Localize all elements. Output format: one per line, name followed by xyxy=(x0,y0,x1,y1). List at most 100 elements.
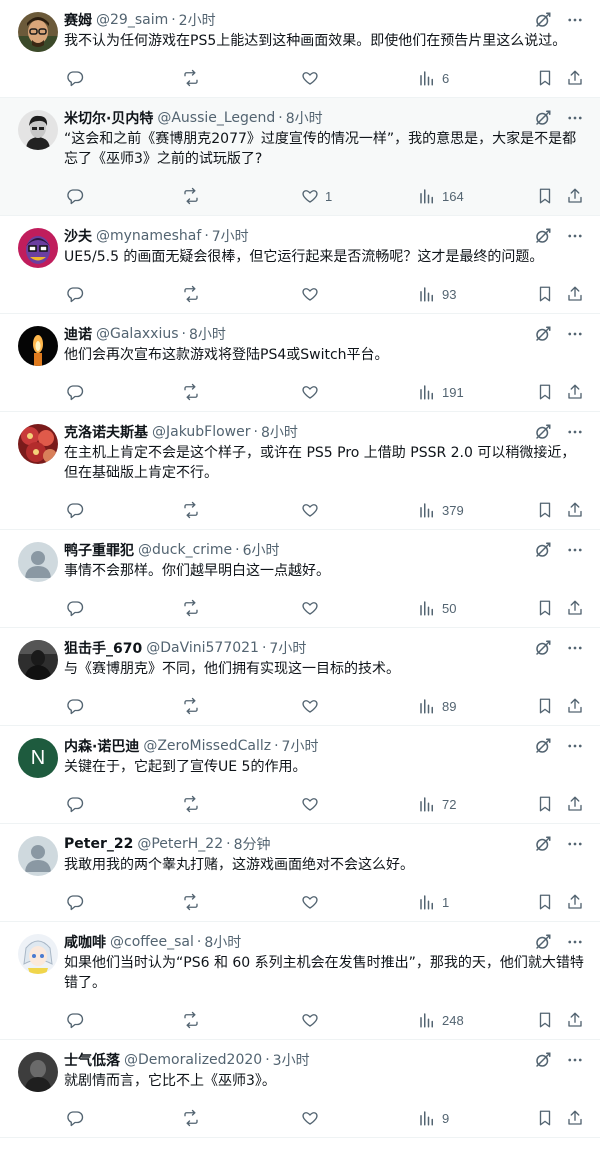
like-button[interactable]: 1 xyxy=(301,187,332,205)
avatar[interactable] xyxy=(18,12,58,52)
share-button[interactable] xyxy=(566,69,584,87)
views-button[interactable]: 93 xyxy=(418,285,456,303)
grok-icon[interactable] xyxy=(534,835,552,853)
display-name[interactable]: 内森·诺巴迪 xyxy=(64,736,139,756)
avatar[interactable] xyxy=(18,110,58,150)
share-button[interactable] xyxy=(566,501,584,519)
like-button[interactable] xyxy=(301,599,325,617)
more-options-icon[interactable] xyxy=(566,109,584,127)
like-button[interactable] xyxy=(301,69,325,87)
reply-button[interactable] xyxy=(66,599,84,617)
repost-button[interactable] xyxy=(182,285,200,303)
views-button[interactable]: 248 xyxy=(418,1011,464,1029)
repost-button[interactable] xyxy=(182,383,200,401)
timestamp[interactable]: 8小时 xyxy=(261,422,298,442)
more-options-icon[interactable] xyxy=(566,423,584,441)
reply-button[interactable] xyxy=(66,1109,84,1127)
avatar[interactable] xyxy=(18,326,58,366)
grok-icon[interactable] xyxy=(534,639,552,657)
more-options-icon[interactable] xyxy=(566,835,584,853)
reply-button[interactable] xyxy=(66,1011,84,1029)
repost-button[interactable] xyxy=(182,69,200,87)
user-handle[interactable]: @JakubFlower xyxy=(152,424,250,440)
repost-button[interactable] xyxy=(182,599,200,617)
views-button[interactable]: 379 xyxy=(418,501,464,519)
bookmark-button[interactable] xyxy=(536,187,554,205)
like-button[interactable] xyxy=(301,1109,325,1127)
reply-button[interactable] xyxy=(66,285,84,303)
timestamp[interactable]: 7小时 xyxy=(282,736,319,756)
share-button[interactable] xyxy=(566,1011,584,1029)
like-button[interactable] xyxy=(301,1011,325,1029)
repost-button[interactable] xyxy=(182,697,200,715)
bookmark-button[interactable] xyxy=(536,69,554,87)
user-handle[interactable]: @ZeroMissedCallz xyxy=(143,738,271,754)
like-button[interactable] xyxy=(301,697,325,715)
views-button[interactable]: 1 xyxy=(418,893,449,911)
like-button[interactable] xyxy=(301,795,325,813)
like-button[interactable] xyxy=(301,285,325,303)
views-button[interactable]: 164 xyxy=(418,187,464,205)
timestamp[interactable]: 6小时 xyxy=(243,540,280,560)
display-name[interactable]: 赛姆 xyxy=(64,10,92,30)
more-options-icon[interactable] xyxy=(566,639,584,657)
repost-button[interactable] xyxy=(182,1011,200,1029)
reply-item[interactable]: Peter_22 @PeterH_22 · 8分钟 我敢用我的两个睾丸打赌，这游… xyxy=(0,824,600,922)
share-button[interactable] xyxy=(566,599,584,617)
repost-button[interactable] xyxy=(182,795,200,813)
bookmark-button[interactable] xyxy=(536,697,554,715)
display-name[interactable]: 迪诺 xyxy=(64,324,92,344)
display-name[interactable]: 士气低落 xyxy=(64,1050,120,1070)
reply-item[interactable]: 士气低落 @Demoralized2020 · 3小时 就剧情而言，它比不上《巫… xyxy=(0,1040,600,1138)
reply-button[interactable] xyxy=(66,795,84,813)
more-options-icon[interactable] xyxy=(566,227,584,245)
share-button[interactable] xyxy=(566,893,584,911)
more-options-icon[interactable] xyxy=(566,1051,584,1069)
views-button[interactable]: 6 xyxy=(418,69,449,87)
timestamp[interactable]: 2小时 xyxy=(179,10,216,30)
repost-button[interactable] xyxy=(182,501,200,519)
reply-item[interactable]: 米切尔·贝内特 @Aussie_Legend · 8小时 “这会和之前《赛博朋克… xyxy=(0,98,600,216)
repost-button[interactable] xyxy=(182,1109,200,1127)
bookmark-button[interactable] xyxy=(536,501,554,519)
avatar[interactable] xyxy=(18,1052,58,1092)
bookmark-button[interactable] xyxy=(536,893,554,911)
share-button[interactable] xyxy=(566,795,584,813)
avatar[interactable]: N xyxy=(18,738,58,778)
user-handle[interactable]: @PeterH_22 xyxy=(137,836,223,852)
user-handle[interactable]: @Aussie_Legend xyxy=(157,110,275,126)
user-handle[interactable]: @29_saim xyxy=(96,12,168,28)
reply-item[interactable]: 狙击手_670 @DaVini577021 · 7小时 与《赛博朋克》不同，他们… xyxy=(0,628,600,726)
views-button[interactable]: 191 xyxy=(418,383,464,401)
reply-button[interactable] xyxy=(66,69,84,87)
display-name[interactable]: Peter_22 xyxy=(64,836,133,852)
reply-item[interactable]: 迪诺 @Galaxxius · 8小时 他们会再次宣布这款游戏将登陆PS4或Sw… xyxy=(0,314,600,412)
grok-icon[interactable] xyxy=(534,109,552,127)
grok-icon[interactable] xyxy=(534,541,552,559)
more-options-icon[interactable] xyxy=(566,11,584,29)
grok-icon[interactable] xyxy=(534,737,552,755)
display-name[interactable]: 克洛诺夫斯基 xyxy=(64,422,148,442)
repost-button[interactable] xyxy=(182,187,200,205)
avatar[interactable] xyxy=(18,542,58,582)
timestamp[interactable]: 3小时 xyxy=(273,1050,310,1070)
repost-button[interactable] xyxy=(182,893,200,911)
user-handle[interactable]: @Demoralized2020 xyxy=(124,1052,262,1068)
timestamp[interactable]: 8小时 xyxy=(286,108,323,128)
avatar[interactable] xyxy=(18,836,58,876)
bookmark-button[interactable] xyxy=(536,1011,554,1029)
reply-button[interactable] xyxy=(66,697,84,715)
avatar[interactable] xyxy=(18,424,58,464)
bookmark-button[interactable] xyxy=(536,383,554,401)
reply-item[interactable]: N 内森·诺巴迪 @ZeroMissedCallz · 7小时 关键在于，它起到… xyxy=(0,726,600,824)
reply-button[interactable] xyxy=(66,893,84,911)
display-name[interactable]: 咸咖啡 xyxy=(64,932,106,952)
timestamp[interactable]: 8小时 xyxy=(189,324,226,344)
reply-item[interactable]: 鸭子重罪犯 @duck_crime · 6小时 事情不会那样。你们越早明白这一点… xyxy=(0,530,600,628)
reply-button[interactable] xyxy=(66,501,84,519)
grok-icon[interactable] xyxy=(534,1051,552,1069)
reply-item[interactable]: 克洛诺夫斯基 @JakubFlower · 8小时 在主机上肯定不会是这个样子，… xyxy=(0,412,600,530)
timestamp[interactable]: 8分钟 xyxy=(234,834,271,854)
views-button[interactable]: 89 xyxy=(418,697,456,715)
user-handle[interactable]: @mynameshaf xyxy=(96,228,201,244)
